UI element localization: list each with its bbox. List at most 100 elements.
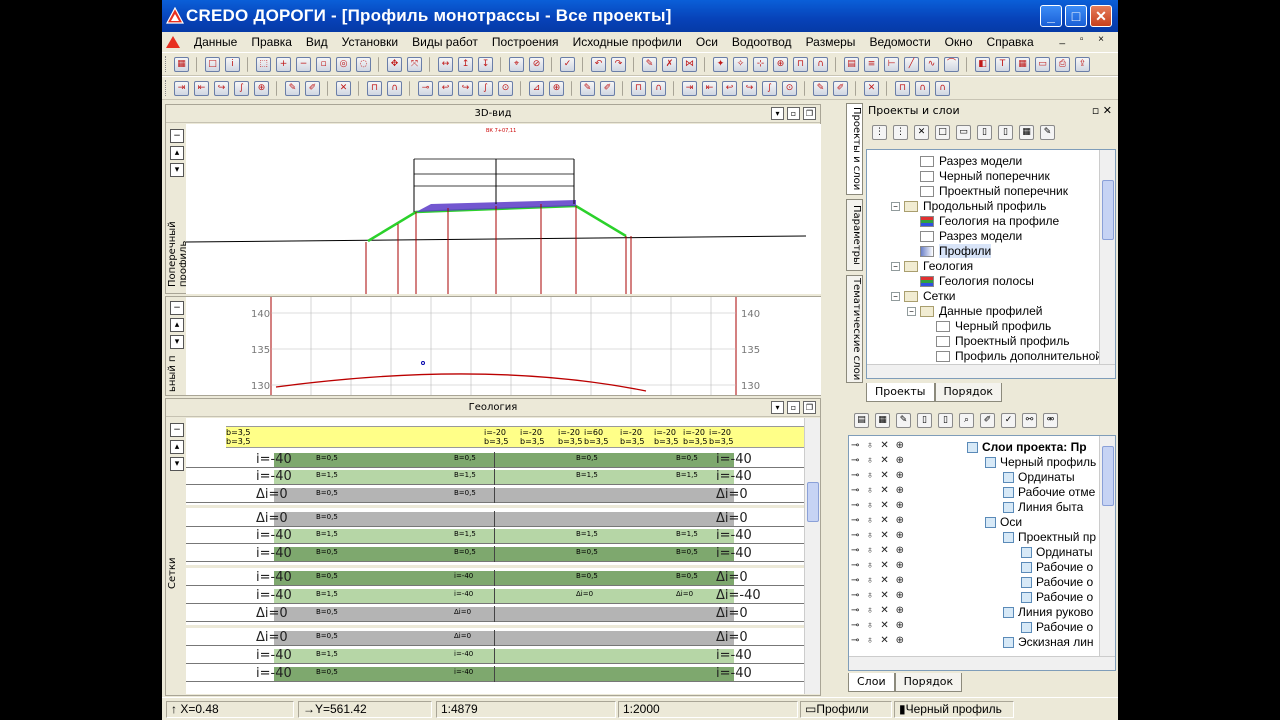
layer-item[interactable]: Оси (985, 515, 1022, 530)
projects-tree[interactable]: Разрез модели Черный поперечник Проектный … (866, 149, 1116, 379)
delete-line-icon[interactable]: ✗ (662, 57, 677, 72)
project-tree-item[interactable]: Проектный профиль (923, 334, 1070, 349)
layer-item[interactable]: Рабочие о (1021, 575, 1093, 590)
edit-a-icon[interactable]: ⊿ (529, 81, 544, 96)
layer-item[interactable]: Линия быта (1003, 500, 1083, 515)
segment-node-icon[interactable]: ⊙ (498, 81, 513, 96)
layers-hscroll[interactable] (849, 656, 1115, 670)
check-icon[interactable]: ✓ (560, 57, 575, 72)
xsection-canvas[interactable]: ВК 7+07,11 (185, 124, 821, 294)
segment-icon[interactable]: ⊸ (418, 81, 433, 96)
grid-row[interactable]: Δi=0 Δi=0 B=0,5 Δi=0 (186, 630, 804, 646)
add2-icon[interactable]: ⇥ (682, 81, 697, 96)
toolbar-grip[interactable] (165, 56, 168, 72)
grid-row[interactable]: Δi=0 Δi=0 B=0,5 Δi=0 (186, 606, 804, 622)
minimize-button[interactable]: _ (1040, 5, 1062, 27)
node-del-icon[interactable]: ✧ (733, 57, 748, 72)
layer-item[interactable]: Рабочие отме (1003, 485, 1095, 500)
layer-item[interactable]: Рабочие о (1021, 620, 1093, 635)
culvert-icon[interactable]: ∩ (813, 57, 828, 72)
draw-icon[interactable]: ✎ (285, 81, 300, 96)
project-tree-item[interactable]: Профиль дополнительной (923, 349, 1102, 364)
layer-unlink-icon[interactable]: ⚮ (1043, 413, 1058, 428)
grid-row[interactable]: Δi=0 Δi=0 B=0,5 (186, 511, 804, 527)
layer-controls[interactable]: ⊸ ♁ ✕ ⊕ (851, 560, 906, 571)
edit-b-icon[interactable]: ⊕ (549, 81, 564, 96)
layers-tree[interactable]: ⊸ ♁ ✕ ⊕ Слои проекта: Пр ⊸ ♁ ✕ ⊕ Черный про… (848, 435, 1116, 671)
up-button[interactable]: ▴ (170, 146, 184, 160)
pane-max-button[interactable]: ▫ (787, 107, 800, 120)
collapse-button[interactable]: − (170, 301, 184, 315)
project-tree-item[interactable]: Проектный поперечник (907, 184, 1068, 199)
dim-icon[interactable]: ⊢ (884, 57, 899, 72)
layer-link-icon[interactable]: ⚯ (1022, 413, 1037, 428)
pane-max-button[interactable]: ▫ (787, 401, 800, 414)
pane-min-button[interactable]: ▾ (771, 401, 784, 414)
project-tree-item[interactable]: − Геология (891, 259, 973, 274)
layer-controls[interactable]: ⊸ ♁ ✕ ⊕ (851, 455, 906, 466)
culvert-icon[interactable]: ∩ (387, 81, 402, 96)
zoom-window-icon[interactable]: ▫ (316, 57, 331, 72)
maximize-button[interactable]: □ (1065, 5, 1087, 27)
line-icon[interactable]: ╱ (904, 57, 919, 72)
bridge3-icon[interactable]: ⊓ (895, 81, 910, 96)
layer-controls[interactable]: ⊸ ♁ ✕ ⊕ (851, 545, 906, 556)
tab-parameters[interactable]: Параметры (846, 199, 863, 271)
expander-icon[interactable]: − (891, 202, 900, 212)
grid-scrollbar[interactable] (804, 418, 820, 694)
info-icon[interactable]: i (225, 57, 240, 72)
pan-icon[interactable]: ✥ (387, 57, 402, 72)
layer-pen-icon[interactable]: ✎ (896, 413, 911, 428)
tab-projects[interactable]: Проекты (866, 383, 935, 402)
layer-check-icon[interactable]: ✓ (1001, 413, 1016, 428)
pane-restore-button[interactable]: ❐ (803, 107, 816, 120)
profile-canvas[interactable]: 140 135 130 140 135 130 (186, 297, 821, 395)
grid-row[interactable]: i=-40 Δi=0 B=0,5 i=-40 B=0,5 B=0,5 (186, 570, 804, 586)
move-down-icon[interactable]: ↧ (478, 57, 493, 72)
menu-item[interactable]: Установки (335, 35, 405, 49)
edit-icon[interactable]: ✎ (1040, 125, 1055, 140)
layer-controls[interactable]: ⊸ ♁ ✕ ⊕ (851, 575, 906, 586)
style-icon[interactable]: ◧ (975, 57, 990, 72)
zoom-all-icon[interactable]: ◎ (336, 57, 351, 72)
menu-item[interactable]: Размеры (799, 35, 863, 49)
layers-vscroll[interactable] (1099, 436, 1115, 656)
menu-item[interactable]: Водоотвод (725, 35, 799, 49)
pen-icon[interactable]: ✐ (305, 81, 320, 96)
menu-item[interactable]: Виды работ (405, 35, 485, 49)
tab-layers[interactable]: Слои (848, 673, 895, 692)
layer-controls[interactable]: ⊸ ♁ ✕ ⊕ (851, 620, 906, 631)
layer-edit-icon[interactable]: ✐ (980, 413, 995, 428)
menu-item[interactable]: Правка (244, 35, 299, 49)
frame-icon[interactable]: ▭ (1035, 57, 1050, 72)
layer-item[interactable]: Ординаты (1021, 545, 1093, 560)
project-tree-item[interactable]: Разрез модели (907, 154, 1022, 169)
tree-vscroll[interactable] (1099, 150, 1115, 364)
undo-icon[interactable]: ↶ (591, 57, 606, 72)
grid-canvas[interactable]: b=3,5 b=3,5 i=-20 b=3,5 i=-20 b=3,5 i=-20 b=3,5… (186, 418, 804, 694)
close-button[interactable]: ✕ (1090, 5, 1112, 27)
node-icon[interactable]: ⊕ (254, 81, 269, 96)
grid-row[interactable]: i=-40 i=-40 B=1,5 i=-40 (186, 648, 804, 664)
zoom-in-icon[interactable]: + (276, 57, 291, 72)
pane-restore-button[interactable]: ❐ (803, 401, 816, 414)
point-add-icon[interactable]: ⇥ (174, 81, 189, 96)
expander-icon[interactable]: − (891, 292, 900, 302)
tab-thematic-layers[interactable]: Тематические слои (846, 275, 863, 383)
project-tree-item[interactable]: Разрез модели (907, 229, 1022, 244)
layer-item[interactable]: Рабочие о (1021, 560, 1093, 575)
node-move-icon[interactable]: ⊹ (753, 57, 768, 72)
segment-spline-icon[interactable]: ∫ (478, 81, 493, 96)
project-tree-item[interactable]: − Продольный профиль (891, 199, 1046, 214)
split-icon[interactable]: ⋈ (682, 57, 697, 72)
text-icon[interactable]: T (995, 57, 1010, 72)
layer-item[interactable]: Черный профиль (985, 455, 1096, 470)
project-tree-item[interactable]: − Сетки (891, 289, 955, 304)
project-tree-item[interactable]: − Данные профилей (907, 304, 1043, 319)
move-left-right-icon[interactable]: ↔ (438, 57, 453, 72)
menu-item[interactable]: Исходные профили (566, 35, 689, 49)
culvert4-icon[interactable]: ∩ (935, 81, 950, 96)
tab-layers-order[interactable]: Порядок (894, 673, 963, 692)
layer-props-icon[interactable]: ▦ (875, 413, 890, 428)
node-edit-icon[interactable]: ⊕ (773, 57, 788, 72)
